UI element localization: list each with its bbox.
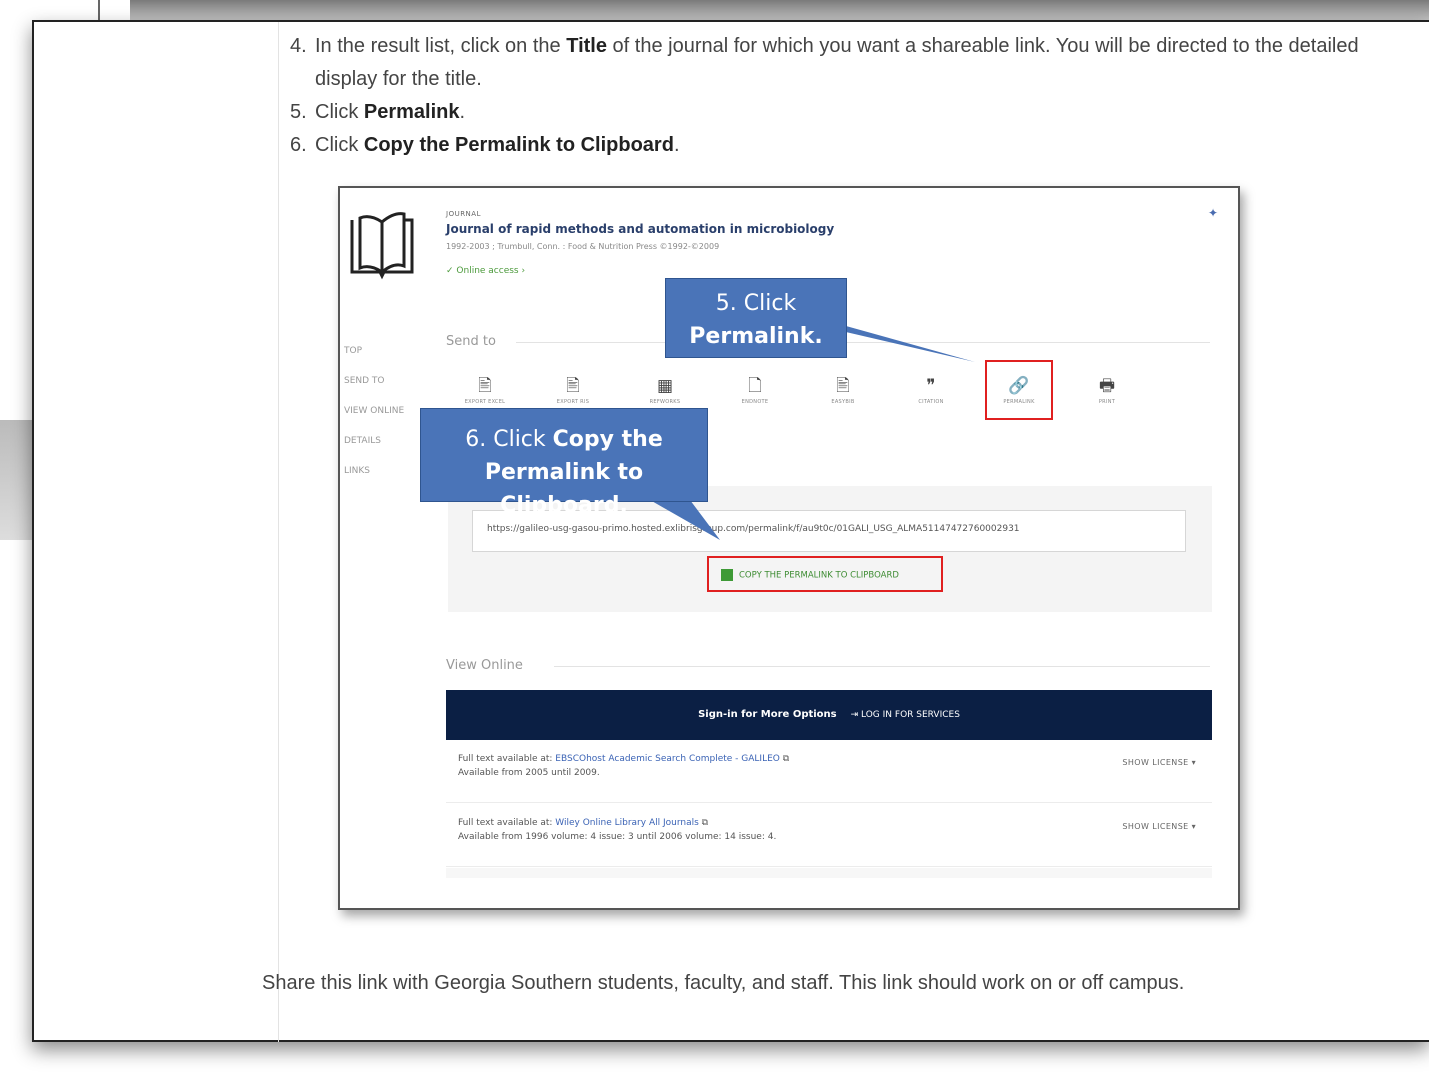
- callout-copy-permalink: 6. Click Copy the Permalink to Clipboard…: [420, 408, 708, 518]
- callout-bold-text: Permalink.: [689, 324, 823, 349]
- callout-pointers: [650, 326, 975, 540]
- callout-bold-text: Permalink to Clipboard.: [484, 460, 644, 518]
- share-note: Share this link with Georgia Southern st…: [262, 972, 1185, 994]
- callout-text: 5. Click: [715, 291, 797, 316]
- callout-text: 6. Click: [465, 427, 553, 452]
- callout-bold-text: Copy the: [552, 427, 663, 452]
- callout-permalink: 5. Click Permalink.: [665, 278, 847, 358]
